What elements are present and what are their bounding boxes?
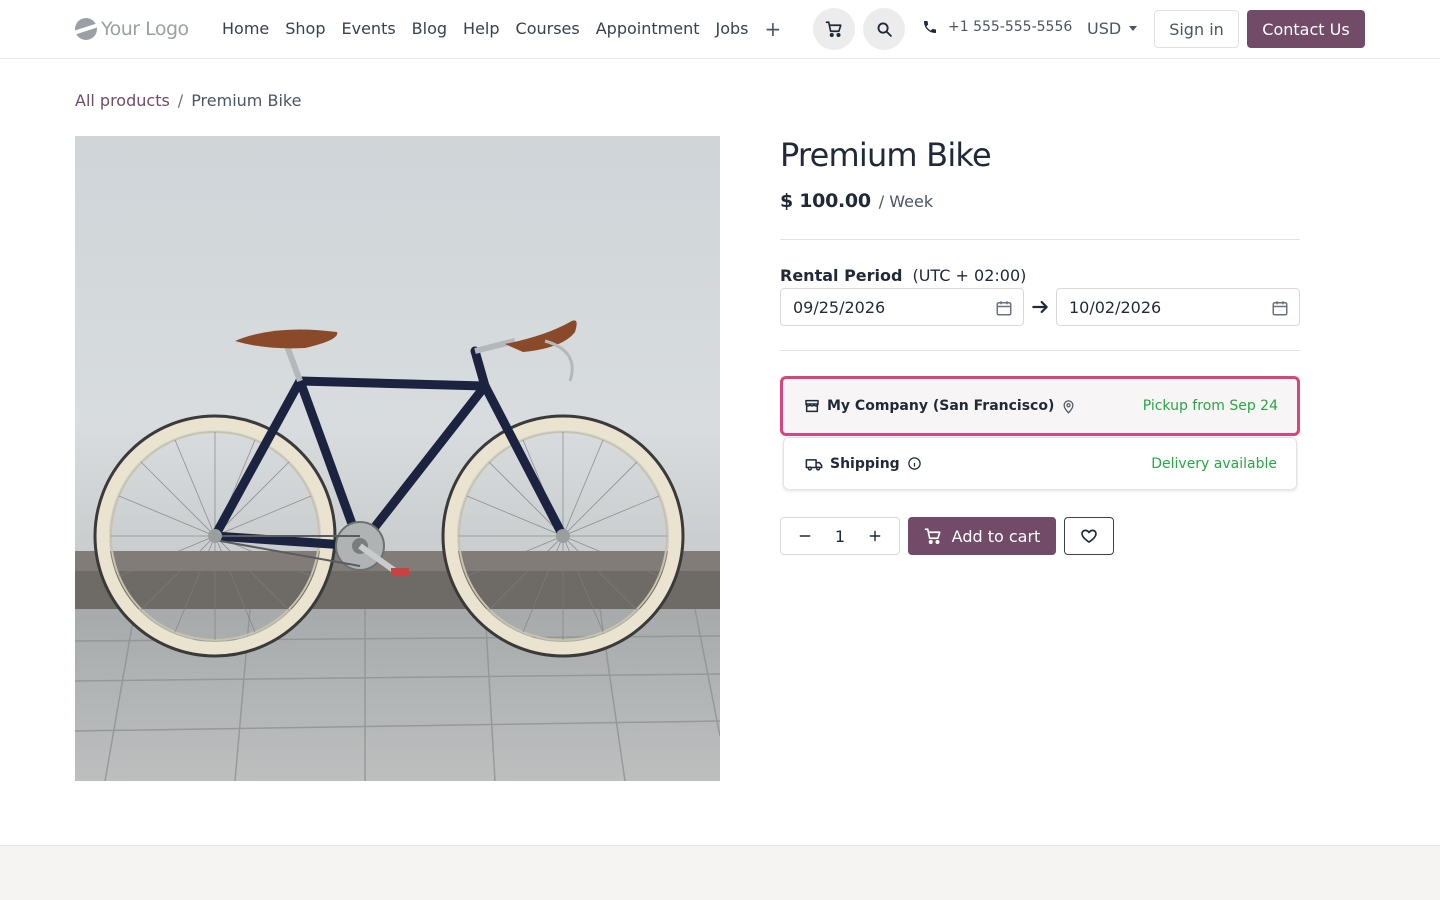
logo-mark-icon	[75, 18, 97, 40]
shipping-status: Delivery available	[1151, 455, 1277, 472]
logo[interactable]: Your Logo	[75, 16, 189, 42]
contact-us-button[interactable]: Contact Us	[1247, 10, 1365, 48]
sign-in-button[interactable]: Sign in	[1154, 10, 1239, 48]
nav-item-courses[interactable]: Courses	[508, 18, 588, 40]
product-title: Premium Bike	[780, 136, 992, 174]
cart-icon	[924, 528, 941, 545]
shipping-label: Shipping	[830, 455, 900, 472]
cart-icon	[825, 21, 842, 38]
plus-icon	[869, 530, 881, 542]
truck-icon	[805, 458, 823, 471]
bike-photo	[75, 136, 720, 781]
product-price: $ 100.00 / Week	[780, 190, 933, 212]
pickup-status: Pickup from Sep 24	[1142, 398, 1278, 414]
calendar-icon[interactable]	[1271, 299, 1289, 317]
nav-item-home[interactable]: Home	[214, 18, 277, 40]
store-icon	[805, 399, 819, 413]
nav-item-events[interactable]: Events	[334, 18, 404, 40]
info-icon[interactable]	[907, 456, 922, 471]
currency-value: USD	[1087, 19, 1122, 38]
quantity-increase-button[interactable]	[867, 528, 883, 544]
rental-end-date-input[interactable]: 10/02/2026	[1056, 288, 1300, 326]
nav-item-jobs[interactable]: Jobs	[707, 18, 756, 40]
shipping-option-label: Shipping	[805, 456, 922, 472]
shipping-option-card[interactable]: Shipping Delivery available	[783, 437, 1297, 490]
pickup-option-label: My Company (San Francisco)	[804, 398, 1076, 414]
calendar-icon[interactable]	[995, 299, 1013, 317]
main-nav: Home Shop Events Blog Help Courses Appoi…	[214, 18, 789, 40]
page-footer	[0, 845, 1440, 900]
quantity-decrease-button[interactable]	[797, 528, 813, 544]
breadcrumb: All products / Premium Bike	[75, 91, 301, 110]
minus-icon	[799, 535, 811, 537]
quantity-stepper: 1	[780, 517, 900, 555]
add-to-cart-button[interactable]: Add to cart	[908, 517, 1056, 555]
arrow-right-icon	[1032, 300, 1048, 314]
phone-link[interactable]: +1 555-555-5556	[922, 19, 1072, 35]
rental-timezone: (UTC + 02:00)	[912, 266, 1027, 285]
search-button[interactable]	[863, 8, 905, 50]
price-period: / Week	[878, 192, 934, 211]
rental-period-label: Rental Period (UTC + 02:00)	[780, 266, 1026, 285]
heart-icon	[1081, 529, 1097, 543]
product-image[interactable]	[75, 136, 720, 781]
breadcrumb-separator: /	[177, 91, 184, 110]
quantity-value[interactable]: 1	[835, 527, 845, 546]
phone-number: +1 555-555-5556	[948, 19, 1073, 35]
phone-icon	[924, 21, 936, 33]
site-header: Your Logo Home Shop Events Blog Help Cou…	[0, 0, 1440, 59]
nav-item-appointment[interactable]: Appointment	[588, 18, 708, 40]
price-amount: $ 100.00	[780, 190, 871, 212]
divider	[780, 239, 1300, 240]
nav-item-shop[interactable]: Shop	[277, 18, 333, 40]
add-to-cart-label: Add to cart	[951, 526, 1041, 546]
search-icon	[877, 22, 892, 37]
pickup-option-card[interactable]: My Company (San Francisco) Pickup from S…	[780, 376, 1300, 436]
cart-button[interactable]	[813, 8, 855, 50]
breadcrumb-current: Premium Bike	[191, 91, 302, 110]
logo-text: Your Logo	[101, 18, 189, 40]
chevron-down-icon	[1129, 26, 1138, 31]
nav-item-help[interactable]: Help	[455, 18, 507, 40]
divider	[780, 350, 1300, 351]
rental-start-date-value: 09/25/2026	[793, 297, 886, 317]
currency-dropdown[interactable]: USD	[1087, 19, 1138, 38]
map-pin-icon[interactable]	[1061, 399, 1076, 414]
rental-period-title: Rental Period	[780, 266, 903, 285]
add-to-wishlist-button[interactable]	[1064, 517, 1114, 555]
nav-more-button[interactable]: +	[756, 18, 789, 40]
pickup-location-name: My Company (San Francisco)	[827, 398, 1055, 414]
nav-item-blog[interactable]: Blog	[404, 18, 455, 40]
rental-end-date-value: 10/02/2026	[1069, 297, 1162, 317]
breadcrumb-all-products[interactable]: All products	[75, 91, 170, 110]
rental-start-date-input[interactable]: 09/25/2026	[780, 288, 1024, 326]
